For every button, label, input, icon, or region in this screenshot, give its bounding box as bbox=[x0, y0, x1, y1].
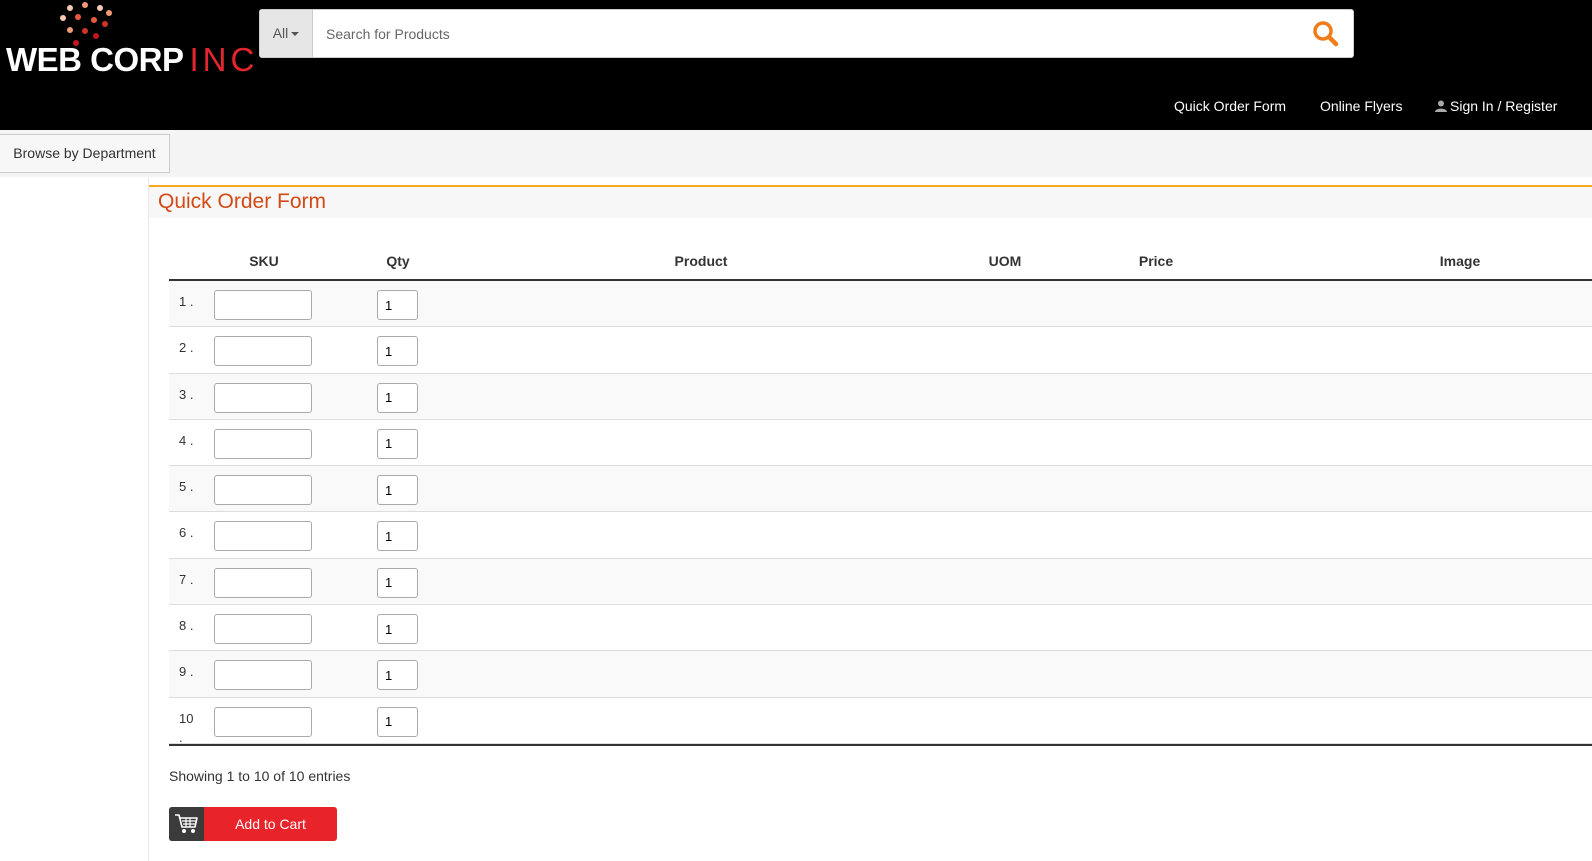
search-category-dropdown[interactable]: All bbox=[260, 10, 313, 57]
column-header-price[interactable]: Price bbox=[1139, 253, 1173, 269]
qty-input[interactable] bbox=[377, 614, 418, 645]
main-content: Quick Order Form SKU Qty Product UOM Pri… bbox=[148, 177, 1592, 861]
qty-input[interactable] bbox=[377, 567, 418, 598]
caret-down-icon bbox=[291, 32, 300, 37]
add-to-cart-label: Add to Cart bbox=[235, 816, 306, 832]
sku-input[interactable] bbox=[214, 567, 312, 598]
column-header-uom[interactable]: UOM bbox=[989, 253, 1022, 269]
sku-input[interactable] bbox=[214, 336, 312, 367]
table-row: 4 . bbox=[169, 420, 1592, 467]
qty-input[interactable] bbox=[377, 290, 418, 320]
row-number: 9 . bbox=[179, 664, 194, 680]
department-bar: Browse by Department bbox=[0, 130, 1592, 177]
table-body: 1 . 2 . 3 . 4 . 5 . bbox=[169, 281, 1592, 745]
column-header-sku[interactable]: SKU bbox=[249, 253, 279, 269]
table-row: 9 . bbox=[169, 651, 1592, 698]
qty-input[interactable] bbox=[377, 428, 418, 459]
table-row: 2 . bbox=[169, 327, 1592, 374]
qty-input[interactable] bbox=[377, 475, 418, 506]
add-to-cart-button[interactable]: Add to Cart bbox=[169, 807, 337, 841]
nav-online-flyers[interactable]: Online Flyers bbox=[1320, 98, 1402, 114]
table-header: SKU Qty Product UOM Price Image bbox=[169, 243, 1592, 281]
table-row: 6 . bbox=[169, 512, 1592, 559]
shopping-cart-icon bbox=[175, 814, 198, 833]
logo-text: WEB CORP INC bbox=[6, 40, 258, 80]
search-icon bbox=[1313, 21, 1339, 47]
table-row: 10 . bbox=[169, 698, 1592, 745]
qty-input[interactable] bbox=[377, 660, 418, 691]
sku-input[interactable] bbox=[214, 382, 312, 413]
page-title: Quick Order Form bbox=[158, 190, 327, 213]
row-number: 3 . bbox=[179, 386, 194, 402]
qty-input[interactable] bbox=[377, 706, 418, 737]
page-title-bar: Quick Order Form bbox=[149, 185, 1592, 218]
quick-order-table: SKU Qty Product UOM Price Image 1 . 2 . … bbox=[169, 243, 1592, 746]
qty-input[interactable] bbox=[377, 336, 418, 367]
sku-input[interactable] bbox=[214, 290, 312, 320]
column-header-product[interactable]: Product bbox=[675, 253, 728, 269]
logo-suffix: INC bbox=[189, 41, 259, 78]
cart-icon-box bbox=[169, 807, 204, 841]
table-row: 1 . bbox=[169, 281, 1592, 328]
entries-info: Showing 1 to 10 of 10 entries bbox=[169, 768, 351, 784]
sku-input[interactable] bbox=[214, 475, 312, 506]
table-row: 5 . bbox=[169, 466, 1592, 513]
column-header-image[interactable]: Image bbox=[1440, 253, 1480, 269]
search-bar: All bbox=[259, 9, 1354, 58]
table-row: 3 . bbox=[169, 373, 1592, 420]
table-row: 7 . bbox=[169, 558, 1592, 606]
table-row: 8 . bbox=[169, 605, 1592, 652]
row-number: 10 . bbox=[179, 710, 194, 745]
row-number: 6 . bbox=[179, 525, 194, 541]
logo-name: WEB CORP bbox=[6, 41, 184, 78]
nav-sign-in-label: Sign In / Register bbox=[1450, 98, 1558, 114]
sku-input[interactable] bbox=[214, 660, 312, 691]
sku-input[interactable] bbox=[214, 428, 312, 459]
qty-input[interactable] bbox=[377, 521, 418, 552]
sku-input[interactable] bbox=[214, 614, 312, 645]
nav-quick-order-form[interactable]: Quick Order Form bbox=[1174, 98, 1286, 114]
sku-input[interactable] bbox=[214, 706, 312, 737]
column-header-qty[interactable]: Qty bbox=[386, 253, 409, 269]
nav-sign-in-register[interactable]: Sign In / Register bbox=[1435, 98, 1557, 114]
row-number: 1 . bbox=[179, 294, 194, 309]
site-header: WEB CORPINC All Quick Order Form Online … bbox=[0, 0, 1592, 130]
brand-logo[interactable]: WEB CORP INC bbox=[6, 0, 254, 80]
row-number: 4 . bbox=[179, 432, 194, 448]
row-number: 7 . bbox=[179, 571, 194, 587]
search-input[interactable] bbox=[314, 10, 1299, 57]
user-icon bbox=[1435, 100, 1447, 112]
browse-by-department-button[interactable]: Browse by Department bbox=[0, 134, 170, 173]
table-bottom-border bbox=[169, 743, 1592, 746]
row-number: 8 . bbox=[179, 618, 194, 634]
search-button[interactable] bbox=[1308, 17, 1344, 51]
qty-input[interactable] bbox=[377, 382, 418, 413]
sku-input[interactable] bbox=[214, 521, 312, 552]
row-number: 2 . bbox=[179, 340, 194, 356]
row-number: 5 . bbox=[179, 479, 194, 495]
search-category-label: All bbox=[272, 25, 289, 41]
